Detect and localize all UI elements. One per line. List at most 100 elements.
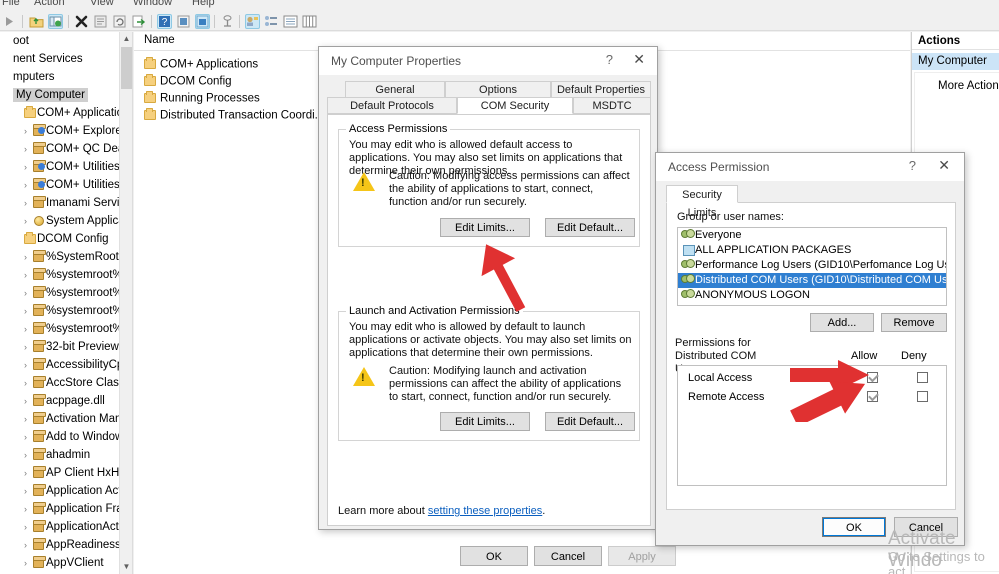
tab-msdtc[interactable]: MSDTC — [573, 97, 651, 114]
tree-item[interactable]: ›Application Frame l — [0, 500, 132, 518]
properties-cancel-button[interactable]: Cancel — [534, 546, 602, 566]
tree-expander-icon[interactable]: › — [20, 482, 31, 500]
tree-scroll-thumb[interactable] — [121, 47, 132, 89]
tree-item[interactable]: › ahadmin — [0, 446, 132, 464]
tree-item[interactable]: ›%systemroot%\syst — [0, 266, 132, 284]
tab-default-protocols[interactable]: Default Protocols — [327, 97, 457, 114]
tab-general[interactable]: General — [345, 81, 445, 98]
tree-expander-icon[interactable]: › — [20, 554, 31, 572]
remove-button[interactable]: Remove — [881, 313, 947, 332]
toolbar-back-icon[interactable] — [2, 14, 17, 29]
tab-default-properties[interactable]: Default Properties — [551, 81, 651, 98]
menu-item-view[interactable]: View — [90, 0, 114, 8]
tree-expander-icon[interactable]: › — [20, 338, 31, 356]
properties-dialog-titlebar[interactable]: My Computer Properties ? ✕ — [319, 47, 657, 75]
toolbar-folder-up-icon[interactable] — [29, 14, 44, 29]
tree-expander-icon[interactable]: › — [20, 284, 31, 302]
console-tree-pane[interactable]: oot nent Services mputers My Computer COM+ A… — [0, 32, 133, 574]
tree-item[interactable]: › AppVClient — [0, 554, 132, 572]
tree-scroll-down-icon[interactable]: ▼ — [120, 560, 132, 574]
tree-expander-icon[interactable]: › — [20, 518, 31, 536]
toolbar-help-icon[interactable]: ? — [157, 14, 172, 29]
tree-expander-icon[interactable]: › — [20, 428, 31, 446]
toolbar-list-icon[interactable] — [283, 14, 298, 29]
menu-item-window[interactable]: Window — [133, 0, 172, 8]
toolbar-delete-icon[interactable] — [74, 14, 89, 29]
tree-expander-icon[interactable]: › — [20, 194, 31, 212]
tree-expander-icon[interactable]: › — [20, 176, 31, 194]
tree-item[interactable]: ›%systemroot%\Sys — [0, 302, 132, 320]
tree-item[interactable]: ›System Application — [0, 212, 132, 230]
deny-checkbox[interactable] — [917, 391, 928, 402]
tree-expander-icon[interactable]: › — [20, 500, 31, 518]
menu-item-file[interactable]: File — [2, 0, 20, 8]
tree-expander-icon[interactable]: › — [20, 140, 31, 158]
actions-item-my-computer[interactable]: My Computer — [912, 53, 999, 70]
tree-item[interactable]: COM+ Applications — [0, 104, 132, 122]
group-user-names-listbox[interactable]: Everyone ALL APPLICATION PACKAGES Performa… — [677, 227, 947, 306]
tree-item[interactable]: nent Services — [0, 50, 132, 68]
toolbar-export-icon[interactable] — [131, 14, 146, 29]
tree-scroll-up-icon[interactable]: ▲ — [120, 32, 132, 46]
tree-item[interactable]: ›Imanami ServiceOD — [0, 194, 132, 212]
access-permission-dialog[interactable]: Access Permission ? ✕ Security Limits Gr… — [655, 152, 965, 546]
properties-tabstrip[interactable]: General Options Default Properties Defau… — [327, 81, 651, 117]
tree-expander-icon[interactable]: › — [20, 446, 31, 464]
setting-these-properties-link[interactable]: setting these properties — [428, 505, 542, 517]
list-item[interactable]: COM+ Applications — [144, 56, 258, 73]
tree-expander-icon[interactable]: › — [20, 410, 31, 428]
toolbar-properties-icon[interactable] — [93, 14, 108, 29]
tree-item[interactable]: DCOM Config — [0, 230, 132, 248]
list-item[interactable]: DCOM Config — [144, 73, 232, 90]
properties-ok-button[interactable]: OK — [460, 546, 528, 566]
toolbar-active-window-icon[interactable] — [195, 14, 210, 29]
group-user-list-item[interactable]: Distributed COM Users (GID10\Distributed… — [678, 273, 946, 288]
launch-edit-default-button[interactable]: Edit Default... — [545, 412, 635, 431]
tree-scrollbar[interactable]: ▲ ▼ — [119, 32, 132, 574]
tree-item[interactable]: mputers — [0, 68, 132, 86]
tree-item[interactable]: ›32-bit Preview Han — [0, 338, 132, 356]
tree-expander-icon[interactable]: › — [20, 212, 31, 230]
toolbar-small-icons-icon[interactable] — [264, 14, 279, 29]
toolbar-large-icons-icon[interactable] — [245, 14, 260, 29]
tree-expander-icon[interactable]: › — [20, 248, 31, 266]
tree-item[interactable]: ›AP Client HxHelpPa — [0, 464, 132, 482]
tree-item[interactable]: › AccStore Class — [0, 374, 132, 392]
tree-expander-icon[interactable]: › — [20, 302, 31, 320]
tree-expander-icon[interactable]: › — [20, 320, 31, 338]
console-tree[interactable]: oot nent Services mputers My Computer COM+ A… — [0, 32, 132, 574]
deny-checkbox[interactable] — [917, 372, 928, 383]
actions-item-more-actions[interactable]: More Action — [912, 78, 999, 95]
tree-item[interactable]: › COM+ Explorer — [0, 122, 132, 140]
tree-item[interactable]: › ApplicationActivati — [0, 518, 132, 536]
toolbar-column-icon[interactable] — [220, 14, 235, 29]
tree-expander-icon[interactable]: › — [20, 158, 31, 176]
tree-expander-icon[interactable]: › — [20, 266, 31, 284]
tree-item[interactable]: ›%systemroot%\syst — [0, 284, 132, 302]
list-item[interactable]: Distributed Transaction Coordi... — [144, 107, 324, 124]
close-icon-2[interactable]: ✕ — [938, 157, 950, 174]
tab-security-limits[interactable]: Security Limits — [666, 185, 738, 219]
tree-item[interactable]: ›%SystemRoot%\sys — [0, 248, 132, 266]
tree-item[interactable]: › acppage.dll — [0, 392, 132, 410]
tree-expander-icon[interactable]: › — [20, 392, 31, 410]
tree-item[interactable]: oot — [0, 32, 132, 50]
tab-options[interactable]: Options — [445, 81, 551, 98]
tree-item[interactable]: ›COM+ QC Dead Le — [0, 140, 132, 158]
help-icon[interactable]: ? — [606, 52, 613, 67]
tree-expander-icon[interactable]: › — [20, 536, 31, 554]
tree-expander-icon[interactable]: › — [20, 122, 31, 140]
tree-item[interactable]: ›Activation Manager — [0, 410, 132, 428]
toolbar-refresh-icon[interactable] — [112, 14, 127, 29]
tree-item[interactable]: › COM+ Utilities — [0, 158, 132, 176]
tree-item[interactable]: ›%systemroot%\Sys — [0, 320, 132, 338]
access-permission-titlebar[interactable]: Access Permission ? ✕ — [656, 153, 964, 181]
launch-edit-limits-button[interactable]: Edit Limits... — [440, 412, 530, 431]
tree-item[interactable]: My Computer — [0, 86, 132, 104]
menu-item-action[interactable]: Action — [34, 0, 65, 8]
tree-expander-icon[interactable]: › — [20, 356, 31, 374]
group-user-list-item[interactable]: Performance Log Users (GID10\Perfomance … — [678, 258, 946, 273]
tree-expander-icon[interactable]: › — [20, 374, 31, 392]
tree-item[interactable]: ›AccessibilityCplAdr — [0, 356, 132, 374]
tree-item[interactable]: ›AppReadiness Servi — [0, 536, 132, 554]
